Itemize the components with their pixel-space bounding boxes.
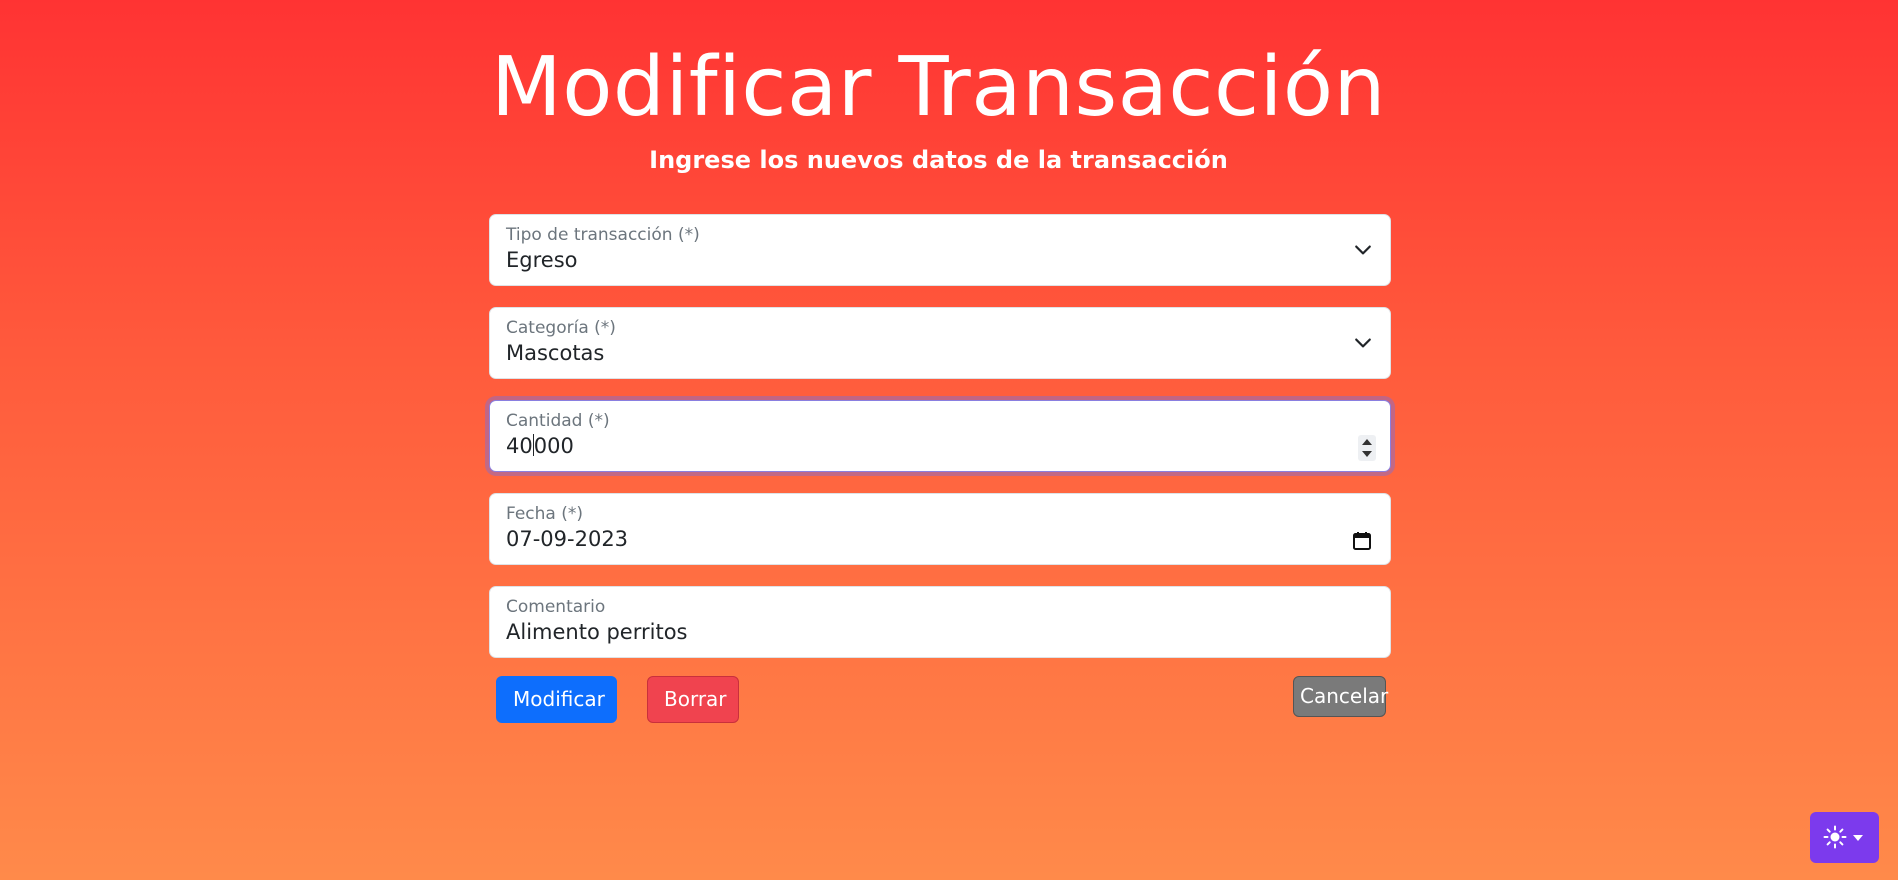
amount-value-after-caret: 000	[533, 434, 574, 458]
category-select[interactable]: Categoría (*) Mascotas	[489, 307, 1391, 379]
transaction-type-label: Tipo de transacción (*)	[506, 225, 700, 245]
amount-label: Cantidad (*)	[506, 411, 610, 431]
page-title: Modificar Transacción	[490, 40, 1387, 135]
comment-value: Alimento perritos	[506, 620, 688, 644]
category-value: Mascotas	[506, 341, 605, 365]
transaction-type-select[interactable]: Tipo de transacción (*) Egreso	[489, 214, 1391, 286]
spinner-down-icon[interactable]	[1362, 451, 1372, 457]
form-actions: Modificar Borrar Cancelar	[496, 676, 1388, 726]
chevron-down-icon	[1355, 245, 1371, 255]
sun-icon	[1823, 825, 1847, 849]
number-spinner[interactable]	[1358, 435, 1376, 461]
caret-down-icon	[1853, 835, 1863, 841]
theme-toggle-button[interactable]	[1810, 812, 1879, 863]
modify-button[interactable]: Modificar	[496, 676, 617, 723]
category-label: Categoría (*)	[506, 318, 616, 338]
spinner-up-icon[interactable]	[1362, 439, 1372, 445]
chevron-down-icon	[1355, 338, 1371, 348]
date-input[interactable]: Fecha (*) 07-09-2023	[489, 493, 1391, 565]
transaction-type-value: Egreso	[506, 248, 578, 272]
cancel-button[interactable]: Cancelar	[1293, 676, 1388, 717]
page-subtitle: Ingrese los nuevos datos de la transacci…	[649, 146, 1228, 174]
transaction-form: Tipo de transacción (*) Egreso Categoría…	[489, 214, 1391, 679]
comment-label: Comentario	[506, 597, 606, 617]
calendar-icon[interactable]	[1352, 531, 1372, 551]
date-label: Fecha (*)	[506, 504, 584, 524]
amount-value-before-caret: 40	[506, 434, 533, 458]
date-value: 07-09-2023	[506, 527, 629, 551]
amount-value: 40000	[506, 434, 574, 458]
comment-input[interactable]: Comentario Alimento perritos	[489, 586, 1391, 658]
amount-input[interactable]: Cantidad (*) 40000	[489, 400, 1391, 472]
delete-button[interactable]: Borrar	[647, 676, 739, 723]
